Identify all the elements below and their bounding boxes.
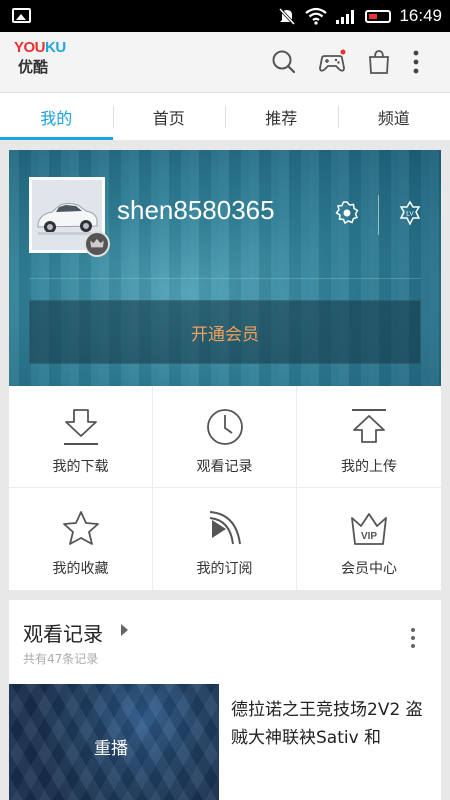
app-bar: YOUKU 优酷 xyxy=(0,32,450,92)
history-title[interactable]: 观看记录 xyxy=(23,618,103,647)
status-icons: 16:49 xyxy=(277,0,442,32)
battery-icon xyxy=(365,9,392,23)
grid-item-label: 我的下载 xyxy=(52,459,109,475)
status-time: 16:49 xyxy=(399,6,442,25)
video-title[interactable]: 德拉诺之王竞技场2V2 盗贼大神联袂Sativ 和 xyxy=(231,696,436,752)
gamepad-icon[interactable] xyxy=(316,46,348,78)
profile-divider xyxy=(29,278,421,279)
tab-channels[interactable]: 频道 xyxy=(337,93,450,140)
feature-grid: 我的下载 观看记录 我的上传 我的收藏 我的订阅 VIP 会员中心 xyxy=(9,386,441,590)
replay-label[interactable]: 重播 xyxy=(94,734,128,759)
grid-item-uploads[interactable]: 我的上传 xyxy=(297,386,441,488)
member-crown-badge-icon xyxy=(84,231,110,257)
tab-mine[interactable]: 我的 xyxy=(0,93,113,140)
profile-icon-divider xyxy=(378,195,379,235)
clock-icon xyxy=(206,409,243,445)
grid-item-label: 我的上传 xyxy=(341,459,397,475)
open-vip-button[interactable]: 开通会员 xyxy=(29,300,421,364)
youku-logo[interactable]: YOUKU 优酷 xyxy=(14,40,74,84)
download-icon xyxy=(63,409,98,445)
logo-cn: 优酷 xyxy=(18,58,49,76)
grid-item-label: 观看记录 xyxy=(196,459,253,475)
grid-item-label: 会员中心 xyxy=(341,561,397,577)
status-bar: 16:49 xyxy=(0,0,450,32)
upload-icon xyxy=(352,409,386,443)
subscribe-icon xyxy=(209,511,241,545)
mute-icon xyxy=(279,7,296,26)
tab-home[interactable]: 首页 xyxy=(112,93,226,140)
history-more-icon[interactable] xyxy=(405,628,421,652)
shopping-bag-icon[interactable] xyxy=(363,46,395,78)
history-count: 共有47条记录 xyxy=(23,652,99,666)
watch-history-section: 观看记录 共有47条记录 重播 德拉诺之王竞技场2V2 盗贼大神联袂Sativ … xyxy=(9,600,441,800)
signal-icon xyxy=(336,10,355,24)
grid-item-subscriptions[interactable]: 我的订阅 xyxy=(153,488,297,590)
gallery-notification-icon xyxy=(12,8,31,23)
grid-item-label: 我的订阅 xyxy=(196,561,253,577)
tab-recommend[interactable]: 推荐 xyxy=(225,93,338,140)
level-badge-icon[interactable]: LV xyxy=(397,200,423,226)
star-icon xyxy=(62,511,99,545)
grid-item-label: 我的收藏 xyxy=(52,561,109,577)
video-thumbnail[interactable]: 重播 xyxy=(9,684,219,800)
level-badge-text: LV xyxy=(406,211,414,218)
wifi-icon xyxy=(305,7,328,25)
logo-en: YOUKU xyxy=(14,39,66,56)
settings-icon[interactable] xyxy=(334,200,360,226)
grid-item-favorites[interactable]: 我的收藏 xyxy=(9,488,153,590)
more-menu-icon[interactable] xyxy=(410,46,422,78)
tab-bar: 我的 首页 推荐 频道 xyxy=(0,92,450,140)
grid-item-history[interactable]: 观看记录 xyxy=(153,386,297,488)
username: shen8580365 xyxy=(117,195,275,225)
chevron-right-icon[interactable] xyxy=(121,624,128,636)
profile-card: shen8580365 LV 开通会员 xyxy=(9,150,441,386)
vip-crown-icon: VIP xyxy=(351,513,387,545)
grid-item-vip-center[interactable]: VIP 会员中心 xyxy=(297,488,441,590)
search-icon[interactable] xyxy=(268,46,300,78)
svg-text:VIP: VIP xyxy=(361,531,377,542)
grid-item-downloads[interactable]: 我的下载 xyxy=(9,386,153,488)
